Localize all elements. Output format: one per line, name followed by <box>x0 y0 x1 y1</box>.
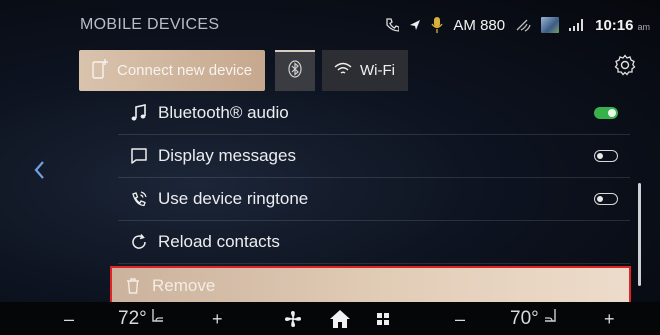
screen: MOBILE DEVICES AM 880 10:16 am Connect n… <box>0 0 660 335</box>
right-temp-value: 70° <box>510 308 539 329</box>
left-temperature[interactable]: 72° <box>118 308 166 330</box>
list-item-label: Use device ringtone <box>158 189 309 208</box>
list-item-display-messages[interactable]: Display messages <box>118 135 630 178</box>
climate-bar: – 72° + – 70° + <box>0 302 660 335</box>
page-title: MOBILE DEVICES <box>80 16 220 33</box>
fan-icon[interactable] <box>284 308 302 330</box>
ringtone-icon <box>128 188 150 210</box>
settings-list: Bluetooth® audio Display messages Use de… <box>110 92 631 306</box>
list-item-label: Bluetooth® audio <box>158 103 289 122</box>
radio-station: AM 880 <box>453 16 506 34</box>
connectivity-icon <box>515 18 531 32</box>
device-ringtone-toggle[interactable] <box>594 193 618 205</box>
clock-time: 10:16 <box>595 16 634 34</box>
bluetooth-button[interactable] <box>275 50 315 91</box>
bluetooth-audio-toggle[interactable] <box>594 107 618 119</box>
home-icon[interactable] <box>329 308 351 330</box>
list-item-reload-contacts[interactable]: Reload contacts <box>118 221 630 264</box>
wifi-button[interactable]: Wi-Fi <box>322 50 408 91</box>
status-bar: AM 880 10:16 am <box>385 13 650 37</box>
settings-gear-icon[interactable] <box>614 54 636 76</box>
list-item-use-device-ringtone[interactable]: Use device ringtone <box>118 178 630 221</box>
trash-icon <box>122 275 144 297</box>
wifi-icon <box>334 62 352 80</box>
signal-strength-icon <box>569 19 585 31</box>
list-scrollbar[interactable] <box>638 183 641 286</box>
right-temp-increase-button[interactable]: + <box>604 308 615 330</box>
music-note-icon <box>128 102 150 124</box>
list-item-bluetooth-audio[interactable]: Bluetooth® audio <box>118 92 630 135</box>
display-messages-toggle[interactable] <box>594 150 618 162</box>
left-temp-value: 72° <box>118 308 147 329</box>
right-temperature[interactable]: 70° <box>510 308 558 330</box>
apps-grid-icon[interactable] <box>377 308 389 330</box>
connect-new-device-label: Connect new device <box>117 62 253 79</box>
connect-new-device-button[interactable]: Connect new device <box>79 50 265 91</box>
list-item-remove[interactable]: Remove <box>110 266 631 306</box>
seat-heat-right-icon <box>542 307 558 331</box>
seat-heat-left-icon <box>150 307 166 331</box>
reload-icon <box>128 231 150 253</box>
media-thumbnail-icon <box>541 17 560 33</box>
left-temp-increase-button[interactable]: + <box>212 308 223 330</box>
back-chevron-icon[interactable] <box>30 158 50 182</box>
wifi-label: Wi-Fi <box>360 62 395 79</box>
list-item-label: Display messages <box>158 146 296 165</box>
add-device-icon <box>91 58 109 83</box>
list-item-label: Reload contacts <box>158 232 280 251</box>
list-item-label: Remove <box>152 276 216 295</box>
phone-notification-icon <box>385 17 400 33</box>
microphone-icon <box>431 17 443 33</box>
navigation-arrow-icon <box>409 19 421 31</box>
clock-ampm: am <box>637 22 650 32</box>
right-temp-decrease-button[interactable]: – <box>455 308 465 330</box>
left-temp-decrease-button[interactable]: – <box>64 308 74 330</box>
bluetooth-icon <box>287 60 303 83</box>
message-icon <box>128 145 150 167</box>
